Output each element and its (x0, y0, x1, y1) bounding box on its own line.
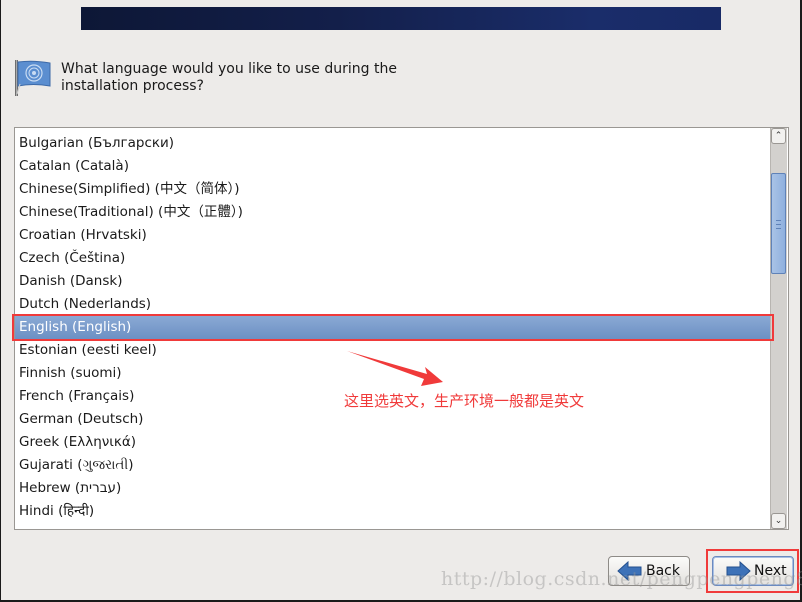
chevron-up-icon: ⌃ (774, 131, 783, 141)
language-listbox[interactable]: Bulgarian (Български) Catalan (Català) Chi… (14, 127, 789, 530)
language-option[interactable]: Czech (Čeština) (15, 247, 772, 270)
language-option[interactable]: Catalan (Català) (15, 155, 772, 178)
language-option[interactable]: Chinese(Traditional) (中文（正體）) (15, 201, 772, 224)
language-option[interactable]: Hindi (हिन्दी) (15, 500, 772, 523)
back-button-label: Back (646, 563, 680, 579)
language-flag-icon (15, 60, 51, 96)
page-question: What language would you like to use duri… (61, 61, 397, 94)
page-header: What language would you like to use duri… (13, 58, 401, 98)
language-option[interactable]: Bulgarian (Български) (15, 132, 772, 155)
annotation-text: 这里选英文，生产环境一般都是英文 (344, 392, 585, 410)
language-list[interactable]: Bulgarian (Български) Catalan (Català) Chi… (15, 132, 772, 523)
chevron-down-icon: ⌄ (774, 516, 783, 526)
installer-banner (81, 7, 721, 30)
language-option[interactable]: Croatian (Hrvatski) (15, 224, 772, 247)
back-button[interactable]: Back (608, 556, 690, 586)
annotation-arrow-icon (347, 351, 443, 386)
language-option[interactable]: Chinese(Simplified) (中文（简体）) (15, 178, 772, 201)
arrow-left-icon (617, 561, 642, 581)
next-button[interactable]: Next (712, 556, 794, 586)
language-option[interactable]: German (Deutsch) (15, 408, 772, 431)
language-option[interactable]: Danish (Dansk) (15, 270, 772, 293)
language-option[interactable]: Dutch (Nederlands) (15, 293, 772, 316)
arrow-right-icon (726, 561, 751, 581)
language-option[interactable]: Greek (Ελληνικά) (15, 431, 772, 454)
next-button-label: Next (754, 563, 787, 579)
language-option[interactable]: English (English) (15, 316, 772, 339)
scrollbar-thumb[interactable] (771, 173, 786, 274)
scroll-up-button[interactable]: ⌃ (771, 128, 786, 144)
grip-icon (776, 220, 781, 229)
language-option[interactable]: Gujarati (ગુજરાતી) (15, 454, 772, 477)
language-option[interactable]: Hebrew (עברית) (15, 477, 772, 500)
scroll-down-button[interactable]: ⌄ (771, 513, 786, 529)
window-border-left (0, 0, 1, 602)
listbox-scrollbar[interactable]: ⌃ ⌄ (770, 128, 787, 529)
